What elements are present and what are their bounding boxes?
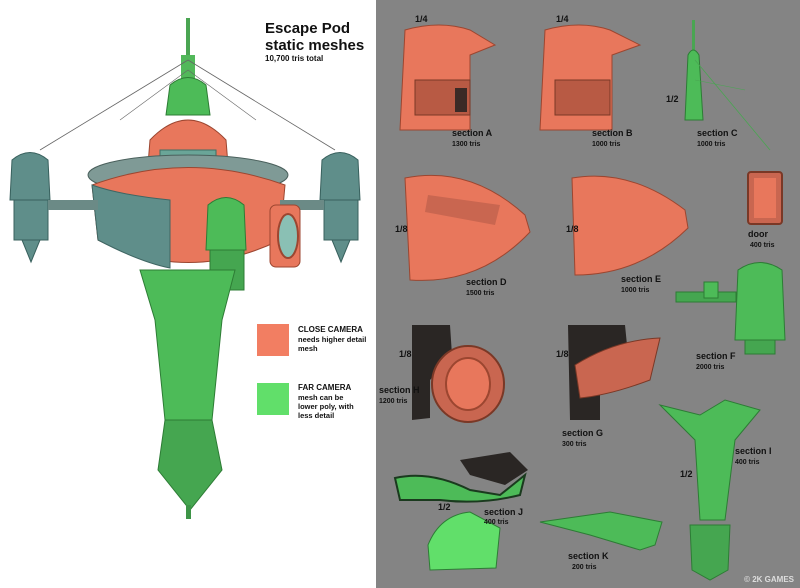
section-e-mesh xyxy=(571,175,689,276)
section-a-label: section A xyxy=(452,128,493,138)
section-e-label: section E xyxy=(621,274,662,284)
close-camera-swatch xyxy=(257,324,289,356)
section-e-tris: 1000 tris xyxy=(621,287,650,294)
section-d-label: section D xyxy=(466,277,507,287)
section-k-mesh xyxy=(539,511,663,551)
section-f-tris: 2000 tris xyxy=(696,364,725,371)
title-line-2: static meshes xyxy=(265,37,365,54)
section-c-label: section C xyxy=(697,128,738,138)
door-mesh xyxy=(747,171,783,225)
section-c-tris: 1000 tris xyxy=(697,141,726,148)
far-camera-desc: mesh can be lower poly, with less detail xyxy=(298,393,354,420)
section-d-mesh xyxy=(404,174,531,281)
section-i-tris: 400 tris xyxy=(735,459,760,466)
door-tris: 400 tris xyxy=(750,242,775,249)
copyright: © 2K GAMES xyxy=(744,575,794,584)
section-h-tris: 1200 tris xyxy=(379,398,408,405)
far-camera-label: FAR CAMERA xyxy=(298,383,352,392)
far-camera-swatch xyxy=(257,383,289,415)
close-camera-label: CLOSE CAMERA xyxy=(298,325,363,334)
total-tris: 10,700 tris total xyxy=(265,54,324,63)
concept-sheet: Escape Pod static meshes 10,700 tris tot… xyxy=(0,0,800,588)
section-j-label: section J xyxy=(484,507,524,517)
door-label: door xyxy=(748,229,768,239)
section-b-fraction: 1/4 xyxy=(556,14,569,24)
section-a-mesh xyxy=(399,24,497,131)
section-d-tris: 1500 tris xyxy=(466,290,495,297)
section-k-label: section K xyxy=(568,551,609,561)
section-b-label: section B xyxy=(592,128,633,138)
section-e-fraction: 1/8 xyxy=(566,224,579,234)
section-g-fraction: 1/8 xyxy=(556,349,569,359)
close-camera-desc: needs higher detail mesh xyxy=(298,335,367,353)
section-f-mesh xyxy=(675,262,786,355)
assembled-escape-pod xyxy=(9,18,361,519)
section-f-label: section F xyxy=(696,351,736,361)
section-b-mesh xyxy=(539,24,642,131)
section-h-label: section H xyxy=(379,385,420,395)
section-a-fraction: 1/4 xyxy=(415,14,428,24)
title-line-1: Escape Pod xyxy=(265,20,351,37)
section-i-mesh xyxy=(658,399,761,581)
section-d-fraction: 1/8 xyxy=(395,224,408,234)
section-a-tris: 1300 tris xyxy=(452,141,481,148)
section-c-fraction: 1/2 xyxy=(666,94,679,104)
section-i-label: section I xyxy=(735,446,772,456)
section-j-tris: 400 tris xyxy=(484,519,509,526)
section-g-tris: 300 tris xyxy=(562,441,587,448)
section-k-tris: 200 tris xyxy=(572,564,597,571)
section-g-mesh xyxy=(568,325,661,420)
section-h-fraction: 1/8 xyxy=(399,349,412,359)
section-i-fraction: 1/2 xyxy=(680,469,693,479)
section-h-mesh xyxy=(412,325,505,423)
mesh-illustrations xyxy=(9,18,786,581)
section-j-fraction: 1/2 xyxy=(438,502,451,512)
page-title: Escape Pod static meshes xyxy=(265,20,364,54)
section-b-tris: 1000 tris xyxy=(592,141,621,148)
section-g-label: section G xyxy=(562,428,604,438)
